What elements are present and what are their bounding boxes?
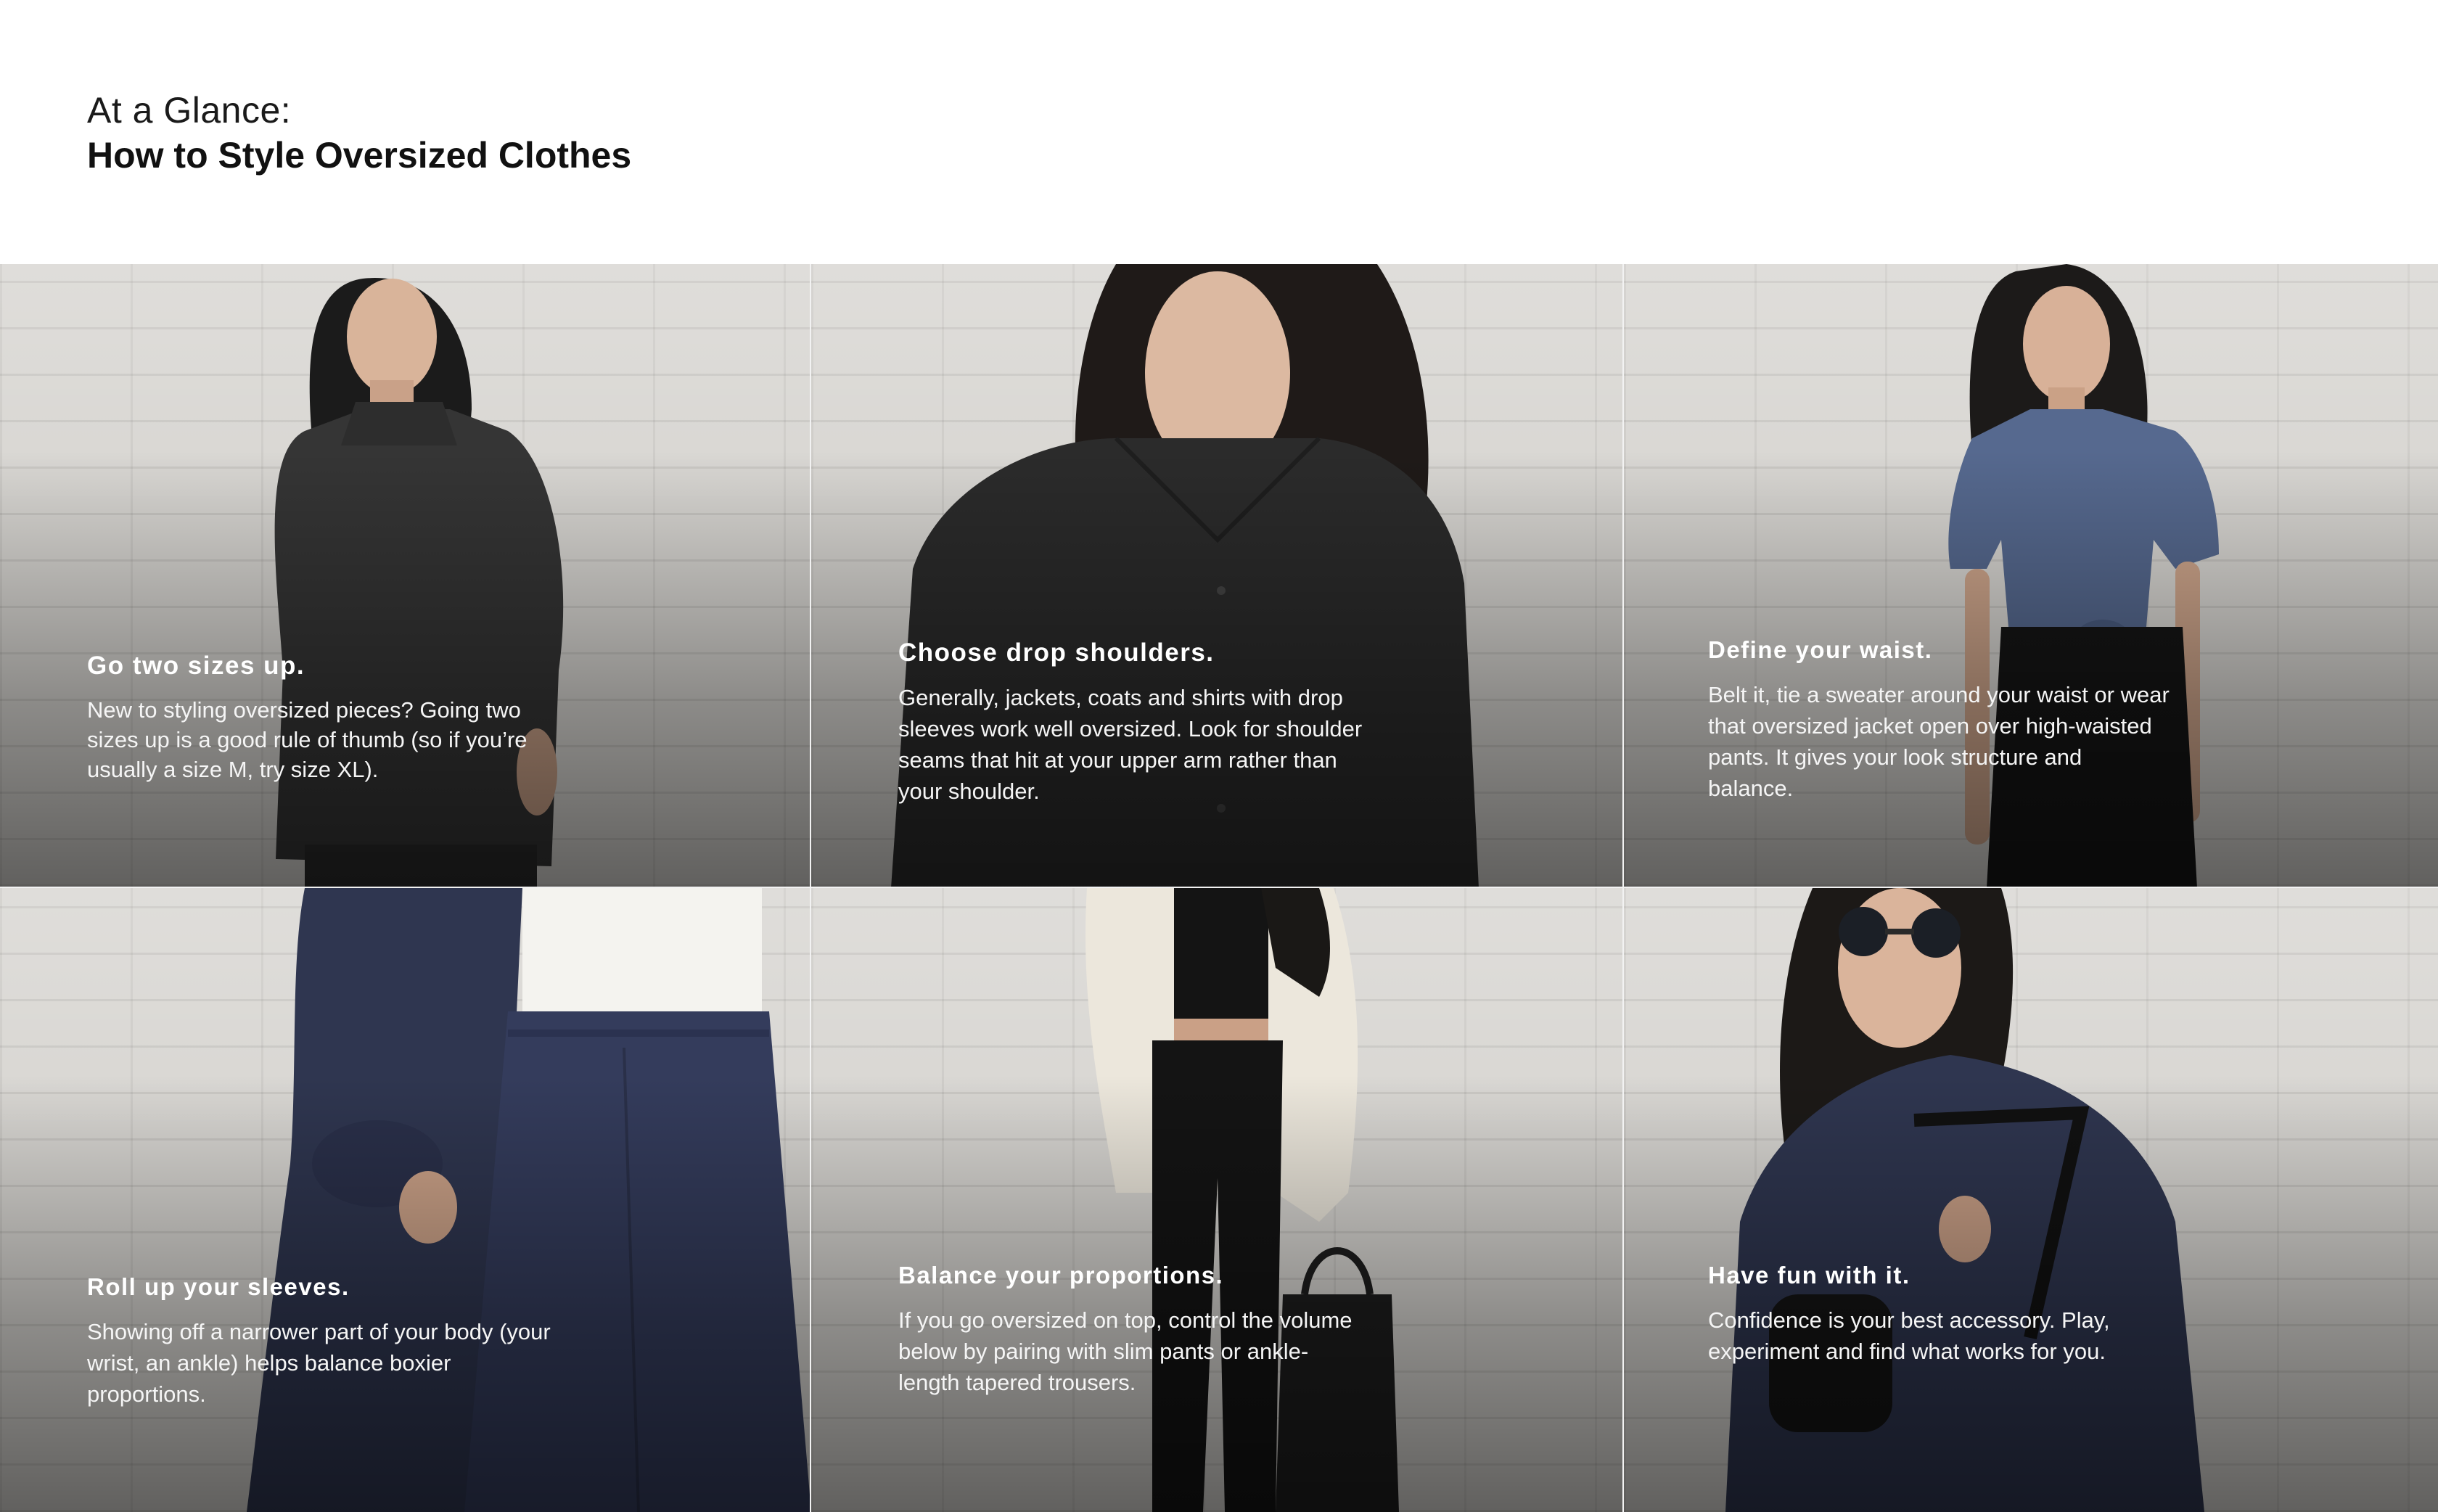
tip-text: Roll up your sleeves. Showing off a narr… [87, 1271, 551, 1410]
photo-gradient-overlay [1624, 888, 2438, 1512]
tip-text: Choose drop shoulders. Generally, jacket… [898, 637, 1363, 807]
photo-gradient-overlay [0, 888, 810, 1512]
tip-text: Define your waist. Belt it, tie a sweate… [1708, 634, 2172, 804]
tip-body: If you go oversized on top, control the … [898, 1307, 1353, 1395]
tip-body: Confidence is your best accessory. Play,… [1708, 1307, 2110, 1364]
tip-title: Balance your proportions. [898, 1262, 1224, 1289]
page-title: How to Style Oversized Clothes [87, 135, 632, 176]
tip-card-balance-your-proportions: Balance your proportions. If you go over… [811, 888, 1624, 1512]
tips-grid: Go two sizes up. New to styling oversize… [0, 264, 2438, 1512]
photo-gradient-overlay [811, 888, 1622, 1512]
tip-body: Belt it, tie a sweater around your waist… [1708, 682, 2170, 801]
tip-body: Generally, jackets, coats and shirts wit… [898, 685, 1363, 804]
tip-title: Go two sizes up. [87, 652, 305, 680]
tip-title: Define your waist. [1708, 636, 1933, 663]
tip-text: Have fun with it. Confidence is your bes… [1708, 1260, 2172, 1367]
tip-card-define-your-waist: Define your waist. Belt it, tie a sweate… [1624, 264, 2438, 888]
tip-text: Go two sizes up. New to styling oversize… [87, 650, 551, 784]
tip-title: Choose drop shoulders. [898, 638, 1215, 667]
tip-card-roll-up-your-sleeves: Roll up your sleeves. Showing off a narr… [0, 888, 811, 1512]
photo-gradient-overlay [0, 264, 810, 887]
tip-title: Have fun with it. [1708, 1262, 1910, 1289]
tip-body: New to styling oversized pieces? Going t… [87, 697, 528, 782]
tip-card-have-fun-with-it: Have fun with it. Confidence is your bes… [1624, 888, 2438, 1512]
tip-card-go-two-sizes-up: Go two sizes up. New to styling oversize… [0, 264, 811, 888]
page-eyebrow: At a Glance: [87, 90, 292, 131]
tip-title: Roll up your sleeves. [87, 1273, 350, 1300]
tip-body: Showing off a narrower part of your body… [87, 1319, 551, 1407]
tip-text: Balance your proportions. If you go over… [898, 1260, 1363, 1398]
tip-card-choose-drop-shoulders: Choose drop shoulders. Generally, jacket… [811, 264, 1624, 888]
page-header: At a Glance: How to Style Oversized Clot… [0, 0, 2438, 264]
